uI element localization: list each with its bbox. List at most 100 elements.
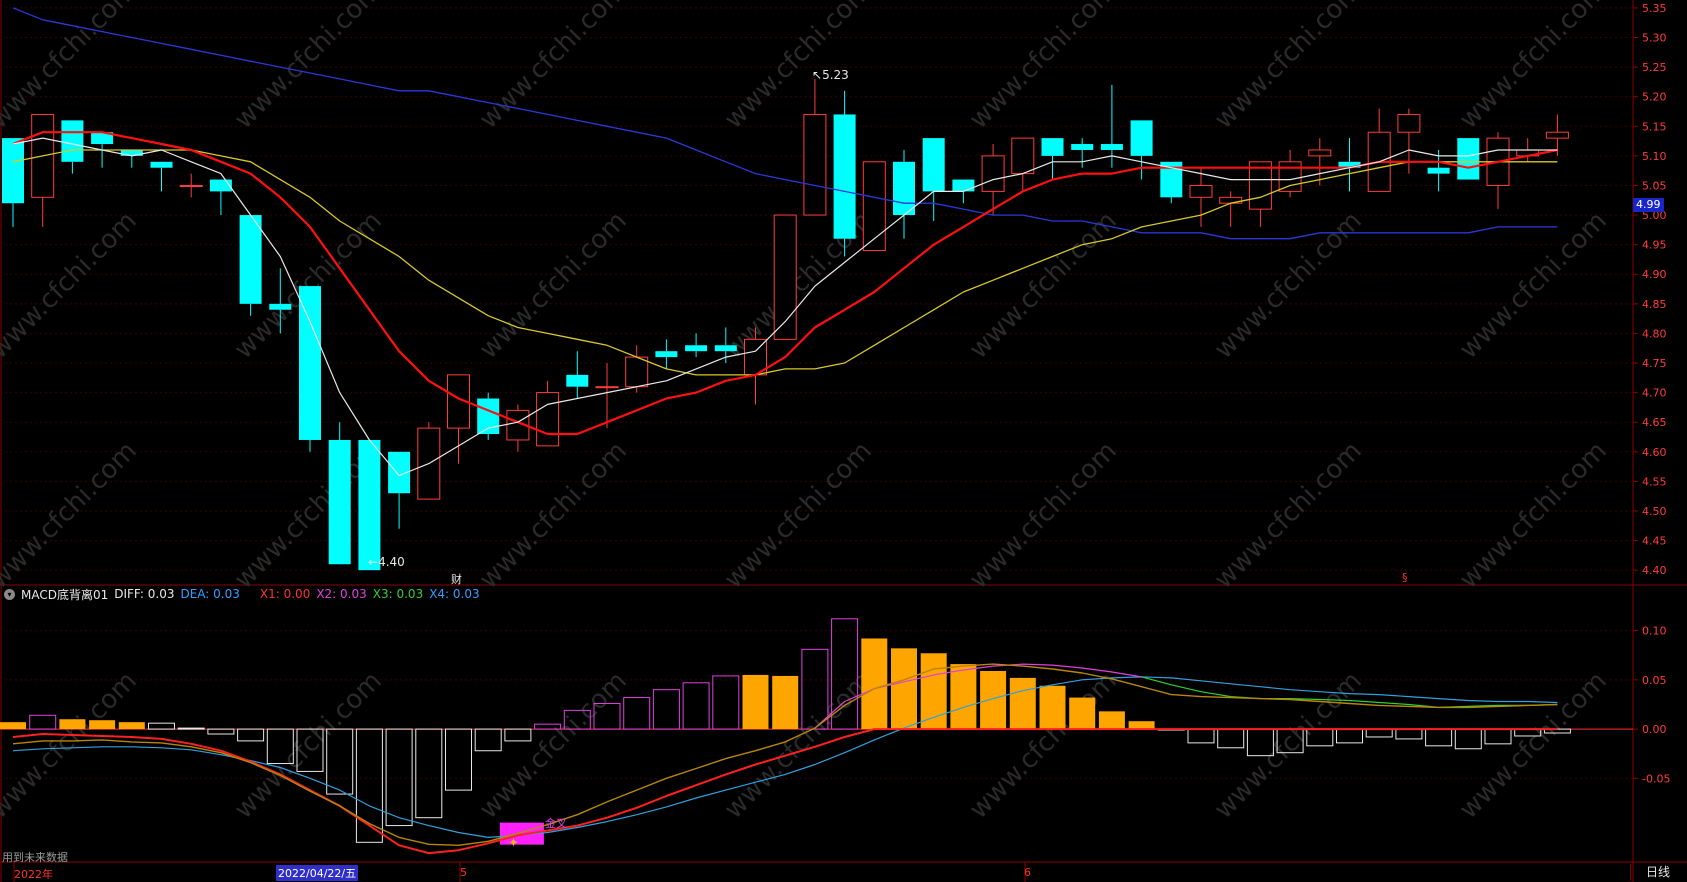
candle-body xyxy=(1219,196,1243,204)
price-tick-label: 4.80 xyxy=(1642,327,1667,340)
macd-bar xyxy=(59,719,86,730)
x-axis-year: 2022年 xyxy=(14,868,53,881)
watermark-text: www.cfchi.com xyxy=(474,436,633,595)
macd-bar xyxy=(712,675,740,730)
macd-tick-label: 0.05 xyxy=(1642,674,1667,687)
period-selector[interactable]: 日线 xyxy=(1630,864,1685,881)
candle-body xyxy=(299,286,321,440)
watermark-text: www.cfchi.com xyxy=(1454,436,1613,595)
candle-body xyxy=(685,345,708,352)
watermark-text: www.cfchi.com xyxy=(474,0,633,135)
candle-body xyxy=(2,138,24,204)
price-tick-label: 4.60 xyxy=(1642,446,1667,459)
macd-bar xyxy=(772,675,799,730)
macd-bar xyxy=(980,670,1007,730)
price-tick-label: 4.55 xyxy=(1642,475,1667,488)
low-price-value: 4.40 xyxy=(378,555,405,569)
candle xyxy=(2,138,24,227)
candle xyxy=(1130,120,1153,180)
candle-body xyxy=(862,161,886,252)
macd-bar xyxy=(89,720,116,730)
candle xyxy=(1100,84,1123,168)
macd-bar xyxy=(1425,728,1453,747)
indicator-name[interactable]: MACD底背离01 xyxy=(21,586,108,603)
macd-bar xyxy=(445,728,472,791)
diff-label: DIFF: 0.03 xyxy=(114,587,175,601)
macd-bar xyxy=(474,728,502,752)
high-price-value: 5.23 xyxy=(822,68,849,82)
watermark-text: www.cfchi.com xyxy=(1454,206,1613,365)
candle xyxy=(1367,108,1391,192)
current-price-badge: 4.99 xyxy=(1633,198,1664,212)
watermark-text: www.cfchi.com xyxy=(0,666,143,825)
candle-body xyxy=(893,161,915,216)
macd-bar xyxy=(1069,697,1096,730)
high-price-label: ↖5.23 xyxy=(812,68,849,82)
dea-label: DEA: 0.03 xyxy=(180,587,240,601)
candle xyxy=(299,286,321,452)
finance-mark[interactable]: 财 xyxy=(451,571,462,587)
candle-body xyxy=(179,184,203,187)
watermark-text: www.cfchi.com xyxy=(1454,0,1613,135)
macd-bar xyxy=(623,697,651,730)
macd-bar xyxy=(1484,728,1512,745)
golden-cross-label: 金叉 xyxy=(545,817,567,830)
macd-bar xyxy=(415,728,443,819)
macd-bar xyxy=(1039,685,1066,730)
macd-tick-label: -0.05 xyxy=(1642,772,1670,785)
candle xyxy=(1071,138,1094,168)
candle-body xyxy=(803,113,827,216)
indicator-header: ▾ MACD底背离01 DIFF: 0.03 DEA: 0.03 X1: 0.0… xyxy=(4,585,480,603)
macd-bar xyxy=(682,682,710,730)
low-price-label: ←4.40 xyxy=(368,555,405,569)
watermark-text: www.cfchi.com xyxy=(964,206,1123,365)
dividend-mark[interactable]: § xyxy=(1402,571,1408,584)
candle xyxy=(893,149,915,239)
price-tick-label: 5.30 xyxy=(1642,32,1667,45)
x4-label: X4: 0.03 xyxy=(429,587,480,601)
price-tick-label: 5.25 xyxy=(1642,61,1667,74)
price-tick-label: 4.40 xyxy=(1642,564,1667,577)
candlestick-series xyxy=(2,78,1569,571)
watermark-text: www.cfchi.com xyxy=(0,436,143,595)
macd-bar xyxy=(148,722,175,730)
collapse-icon[interactable]: ▾ xyxy=(4,588,15,600)
price-tick-label: 4.65 xyxy=(1642,416,1667,429)
watermark-text: www.cfchi.com xyxy=(964,0,1123,135)
x-axis-month-6: 6 xyxy=(1024,866,1031,879)
candle-body xyxy=(1189,184,1213,198)
candle xyxy=(120,149,143,168)
candle-body xyxy=(1278,161,1302,192)
watermark-text: www.cfchi.com xyxy=(474,206,633,365)
candle-body xyxy=(566,374,589,387)
candle-body xyxy=(536,392,560,447)
butterfly-icon: ✦ xyxy=(508,836,519,851)
candle xyxy=(536,380,560,447)
candle xyxy=(922,138,945,221)
candle-body xyxy=(1397,113,1421,133)
candle-body xyxy=(1130,120,1153,156)
chart-canvas: www.cfchi.com www.cfchi.com www.cfchi.com w… xyxy=(0,0,1687,882)
candle xyxy=(566,351,589,399)
macd-bar xyxy=(237,728,265,742)
candle-body xyxy=(1427,167,1450,174)
x-axis-cursor-date[interactable]: 2022/04/22/五 xyxy=(276,865,359,881)
candle xyxy=(833,90,856,257)
macd-bar xyxy=(1128,721,1155,730)
candle-body xyxy=(922,138,945,192)
watermark-text: www.cfchi.com xyxy=(1209,206,1368,365)
macd-bar xyxy=(652,689,680,730)
candle xyxy=(744,327,767,405)
price-tick-label: 4.85 xyxy=(1642,298,1667,311)
candle-body xyxy=(833,114,856,239)
watermark-text: www.cfchi.com xyxy=(1209,436,1368,595)
future-data-note: 用到未来数据 xyxy=(2,851,68,864)
macd-tick-label: 0.10 xyxy=(1642,625,1667,638)
candle-body xyxy=(1041,138,1064,156)
macd-bar xyxy=(504,728,532,742)
price-tick-label: 5.20 xyxy=(1642,91,1667,104)
candle-body xyxy=(239,215,262,304)
candle-body xyxy=(1100,144,1123,150)
candle xyxy=(1338,138,1361,192)
price-tick-label: 4.50 xyxy=(1642,505,1667,518)
